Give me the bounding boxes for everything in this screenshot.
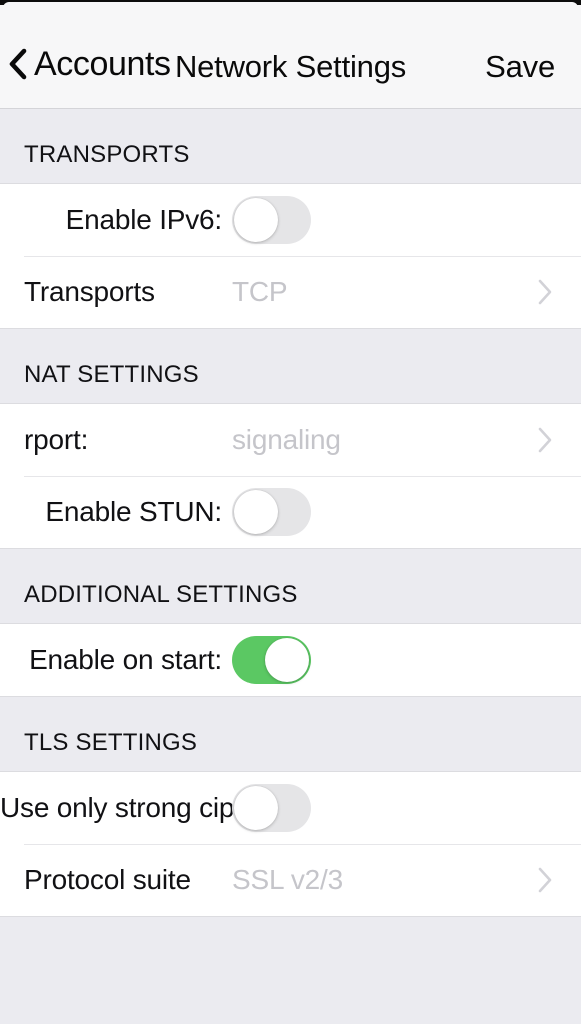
section-header-label: ADDITIONAL SETTINGS xyxy=(24,581,298,608)
toggle-knob xyxy=(234,490,278,534)
section-header-label: TRANSPORTS xyxy=(24,141,190,168)
section-header-label: NAT SETTINGS xyxy=(24,361,199,388)
section-header-additional-settings: ADDITIONAL SETTINGS xyxy=(0,549,581,623)
toggle-use-only-strong-ciphers[interactable] xyxy=(232,784,311,832)
section-group-nat-settings: rport: signaling Enable STUN: xyxy=(0,403,581,549)
navigation-bar: Accounts Network Settings Save xyxy=(0,5,581,109)
row-enable-on-start[interactable]: Enable on start: xyxy=(0,624,581,696)
toggle-knob xyxy=(234,198,278,242)
row-value: signaling xyxy=(232,424,341,455)
toggle-enable-stun[interactable] xyxy=(232,488,311,536)
section-header-tls-settings: TLS SETTINGS xyxy=(0,697,581,771)
row-label: Enable STUN: xyxy=(45,496,222,527)
row-value: SSL v2/3 xyxy=(232,864,343,895)
row-label: Transports xyxy=(24,276,155,307)
settings-screen: Accounts Network Settings Save TRANSPORT… xyxy=(0,0,581,1024)
row-transports[interactable]: Transports TCP xyxy=(0,256,581,328)
row-label: Protocol suite xyxy=(24,864,191,895)
row-enable-stun[interactable]: Enable STUN: xyxy=(0,476,581,548)
settings-list: TRANSPORTS Enable IPv6: Transports TCP N… xyxy=(0,109,581,1024)
row-rport[interactable]: rport: signaling xyxy=(0,404,581,476)
row-label: Enable IPv6: xyxy=(65,204,223,235)
section-group-transports: Enable IPv6: Transports TCP xyxy=(0,183,581,329)
row-label: rport: xyxy=(24,424,89,455)
save-button[interactable]: Save xyxy=(485,49,555,84)
toggle-knob xyxy=(265,638,309,682)
toggle-enable-ipv6[interactable] xyxy=(232,196,311,244)
section-header-label: TLS SETTINGS xyxy=(24,729,198,756)
row-label: Use only strong ciphers xyxy=(0,792,288,823)
row-value: TCP xyxy=(232,276,288,307)
toggle-knob xyxy=(234,786,278,830)
chevron-right-icon xyxy=(538,427,552,453)
row-use-only-strong-ciphers[interactable]: Use only strong ciphers xyxy=(0,772,581,844)
section-group-additional-settings: Enable on start: xyxy=(0,623,581,697)
section-header-transports: TRANSPORTS xyxy=(0,109,581,183)
row-label: Enable on start: xyxy=(29,644,222,675)
row-protocol-suite[interactable]: Protocol suite SSL v2/3 xyxy=(0,844,581,916)
list-bottom-spacer xyxy=(0,917,581,1024)
chevron-right-icon xyxy=(538,279,552,305)
toggle-enable-on-start[interactable] xyxy=(232,636,311,684)
chevron-right-icon xyxy=(538,867,552,893)
section-group-tls-settings: Use only strong ciphers Protocol suite S… xyxy=(0,771,581,917)
row-enable-ipv6[interactable]: Enable IPv6: xyxy=(0,184,581,256)
section-header-nat-settings: NAT SETTINGS xyxy=(0,329,581,403)
